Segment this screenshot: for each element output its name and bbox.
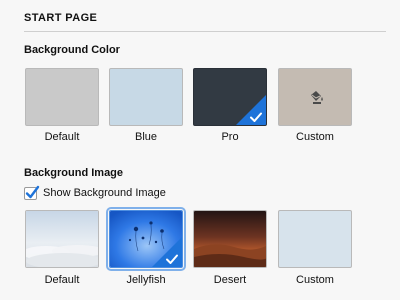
paint-bucket-icon (311, 91, 323, 104)
color-swatch-blue[interactable] (109, 68, 183, 126)
desert-thumbnail (194, 211, 266, 267)
section-divider (24, 31, 386, 32)
clouds-thumbnail (26, 211, 98, 267)
color-swatch-default[interactable] (25, 68, 99, 126)
color-label-default: Default (44, 131, 80, 143)
image-thumbnail-jellyfish[interactable] (106, 207, 186, 271)
color-swatch-pro[interactable] (193, 68, 267, 126)
color-label-pro: Pro (221, 131, 239, 143)
color-swatch-custom[interactable] (278, 68, 352, 126)
image-label-jellyfish: Jellyfish (126, 274, 166, 286)
checkmark-icon (250, 112, 262, 122)
show-background-image-row[interactable]: Show Background Image (24, 185, 166, 200)
background-color-title: Background Color (24, 44, 120, 56)
checkbox-check-icon (25, 185, 40, 198)
image-thumbnail-default[interactable] (25, 210, 99, 268)
page-title: START PAGE (24, 12, 98, 24)
image-thumbnail-custom[interactable] (278, 210, 352, 268)
color-label-blue: Blue (134, 131, 158, 143)
background-image-title: Background Image (24, 167, 124, 179)
image-thumbnail-desert[interactable] (193, 210, 267, 268)
show-background-image-checkbox[interactable] (24, 185, 40, 200)
checkmark-icon (166, 254, 178, 264)
image-label-default: Default (44, 274, 80, 286)
show-background-image-label: Show Background Image (43, 187, 166, 199)
image-label-custom: Custom (296, 274, 334, 286)
color-label-custom: Custom (296, 131, 334, 143)
image-label-desert: Desert (213, 274, 247, 286)
